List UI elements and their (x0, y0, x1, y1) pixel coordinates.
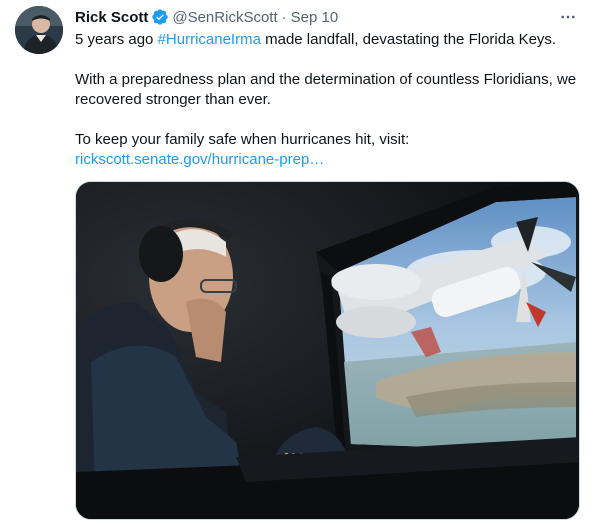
url-link[interactable]: rickscott.senate.gov/hurricane-prep… (75, 151, 324, 168)
tweet[interactable]: Rick Scott @SenRickScott · Sep 10 5 year… (0, 0, 594, 524)
tweet-paragraph-3: To keep your family safe when hurricanes… (75, 131, 410, 148)
author-name[interactable]: Rick Scott (75, 9, 148, 26)
tweet-paragraph-2: With a preparedness plan and the determi… (75, 71, 577, 108)
avatar-image (15, 6, 63, 54)
tweet-text: 5 years ago #HurricaneIrma made landfall… (75, 30, 580, 170)
text-prefix: 5 years ago (75, 31, 158, 48)
separator-dot: · (281, 8, 287, 26)
tweet-paragraph-1: 5 years ago #HurricaneIrma made landfall… (75, 30, 580, 50)
text-suffix: made landfall, devastating the Florida K… (260, 31, 557, 48)
photo-image: NAVY (76, 182, 579, 519)
hashtag-link[interactable]: #HurricaneIrma (158, 31, 261, 48)
more-options-icon[interactable] (554, 3, 582, 31)
tweet-header: Rick Scott @SenRickScott · Sep 10 (75, 7, 580, 27)
verified-badge-icon (151, 8, 169, 26)
author-avatar[interactable] (15, 6, 63, 54)
tweet-date[interactable]: Sep 10 (291, 9, 339, 26)
tweet-photo[interactable]: NAVY (75, 181, 580, 520)
author-handle[interactable]: @SenRickScott (172, 9, 277, 26)
